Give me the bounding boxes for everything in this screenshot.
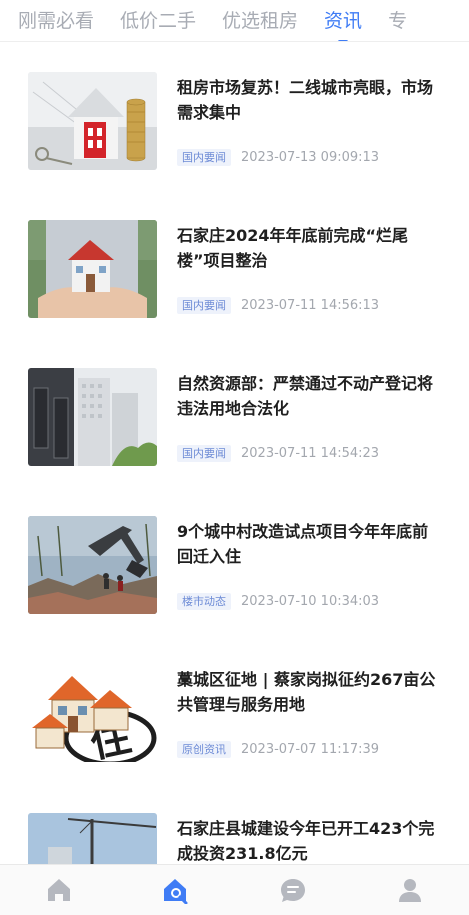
article-tag: 原创资讯 [177, 741, 231, 758]
nav-find-house[interactable] [146, 870, 206, 910]
category-tabs: 刚需必看 低价二手 优选租房 资讯 专 [0, 0, 469, 42]
news-list[interactable]: 租房市场复苏！二线城市亮眼，市场需求集中 国内要闻 2023-07-13 09:… [0, 42, 469, 864]
house-search-icon [163, 879, 188, 904]
tab-news[interactable]: 资讯 [324, 5, 362, 41]
list-item[interactable]: 石家庄县城建设今年已开工423个完成投资231.8亿元 [0, 813, 469, 864]
article-title[interactable]: 自然资源部：严禁通过不动产登记将违法用地合法化 [177, 371, 439, 421]
hands-holding-house-image [28, 220, 157, 318]
home-icon [47, 879, 70, 901]
tab-rental[interactable]: 优选租房 [222, 5, 298, 37]
bottom-navigation [0, 864, 469, 915]
list-item[interactable]: 石家庄2024年年底前完成“烂尾楼”项目整治 国内要闻 2023-07-11 1… [0, 220, 469, 340]
house-model-coins-image [28, 72, 157, 170]
houses-stamp-image: 住 [28, 664, 157, 762]
article-thumbnail [28, 368, 157, 466]
article-title[interactable]: 石家庄2024年年底前完成“烂尾楼”项目整治 [177, 223, 439, 273]
article-thumbnail [28, 516, 157, 614]
chat-icon [281, 879, 306, 902]
article-title[interactable]: 9个城中村改造试点项目今年年底前回迁入住 [177, 519, 439, 569]
tab-must-see[interactable]: 刚需必看 [18, 5, 94, 37]
article-time: 2023-07-11 14:54:23 [241, 446, 380, 461]
article-thumbnail [28, 72, 157, 170]
tab-special[interactable]: 专 [388, 5, 407, 37]
list-item[interactable]: 租房市场复苏！二线城市亮眼，市场需求集中 国内要闻 2023-07-13 09:… [0, 72, 469, 192]
article-thumbnail [28, 220, 157, 318]
building-sign-image [28, 368, 157, 466]
article-tag: 楼市动态 [177, 593, 231, 610]
article-thumbnail [28, 813, 157, 864]
article-tag: 国内要闻 [177, 445, 231, 462]
construction-crane-image [28, 813, 157, 864]
list-item[interactable]: 9个城中村改造试点项目今年年底前回迁入住 楼市动态 2023-07-10 10:… [0, 516, 469, 636]
article-title[interactable]: 石家庄县城建设今年已开工423个完成投资231.8亿元 [177, 816, 439, 864]
nav-messages[interactable] [263, 870, 323, 910]
nav-profile[interactable] [380, 870, 440, 910]
article-tag: 国内要闻 [177, 149, 231, 166]
list-item[interactable]: 住 藁城区征地 | 蔡家岗拟征约267亩公共管理与服务用地 原创资讯 2023-… [0, 664, 469, 784]
list-item[interactable]: 自然资源部：严禁通过不动产登记将违法用地合法化 国内要闻 2023-07-11 … [0, 368, 469, 488]
user-icon [399, 879, 422, 902]
article-thumbnail: 住 [28, 664, 157, 762]
article-time: 2023-07-07 11:17:39 [241, 742, 380, 757]
nav-home[interactable] [29, 870, 89, 910]
article-time: 2023-07-13 09:09:13 [241, 150, 380, 165]
article-tag: 国内要闻 [177, 297, 231, 314]
article-time: 2023-07-10 10:34:03 [241, 594, 380, 609]
tab-second-hand[interactable]: 低价二手 [120, 5, 196, 37]
article-time: 2023-07-11 14:56:13 [241, 298, 380, 313]
article-title[interactable]: 租房市场复苏！二线城市亮眼，市场需求集中 [177, 75, 439, 125]
article-title[interactable]: 藁城区征地 | 蔡家岗拟征约267亩公共管理与服务用地 [177, 667, 439, 717]
demolition-site-image [28, 516, 157, 614]
